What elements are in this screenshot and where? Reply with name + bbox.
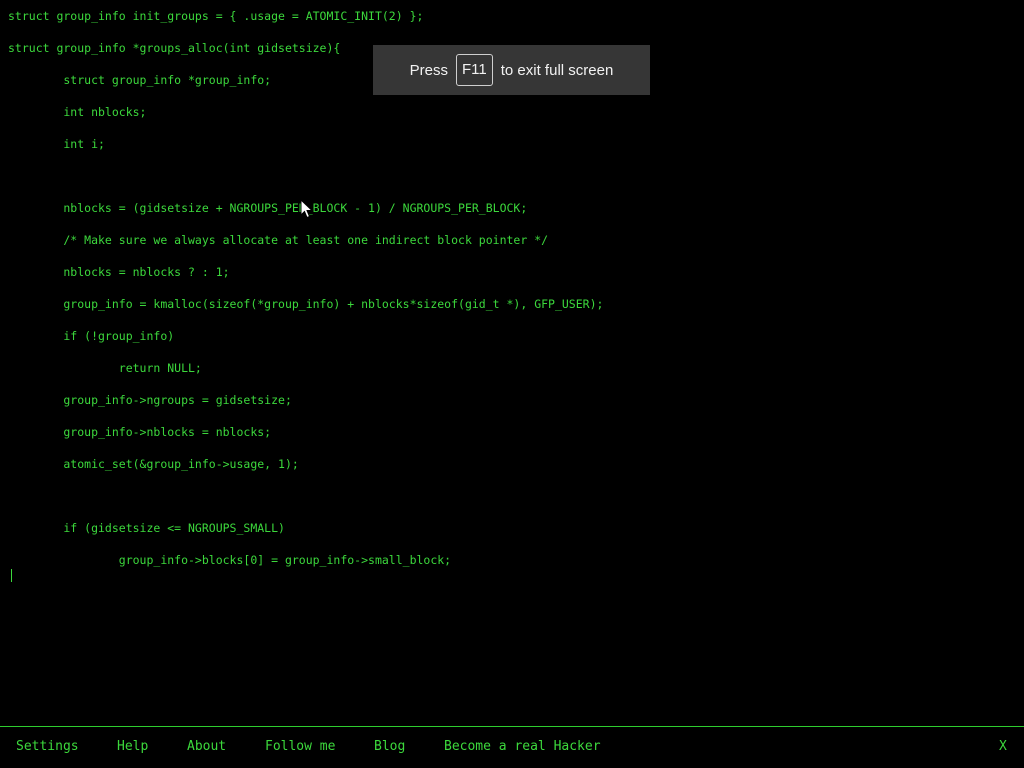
code-line: atomic_set(&group_info->usage, 1); [8,457,299,471]
code-line: return NULL; [8,361,202,375]
fullscreen-notice: Press F11 to exit full screen [373,45,650,95]
code-line: group_info->blocks[0] = group_info->smal… [8,553,452,567]
code-line: if (!group_info) [8,329,175,343]
fullscreen-notice-prefix: Press [409,61,449,79]
fullscreen-notice-suffix: to exit full screen [500,61,614,79]
footer-link-blog[interactable]: Blog [374,739,405,754]
code-line: /* Make sure we always allocate at least… [8,233,549,247]
code-line: struct group_info init_groups = { .usage… [8,9,424,23]
code-line: nblocks = nblocks ? : 1; [8,265,230,279]
f11-key-badge: F11 [456,54,493,86]
code-line: group_info->ngroups = gidsetsize; [8,393,292,407]
code-line: struct group_info *groups_alloc(int gids… [8,41,341,55]
code-line: nblocks = (gidsetsize + NGROUPS_PER_BLOC… [8,201,528,215]
footer-link-help[interactable]: Help [117,739,148,754]
close-button[interactable]: X [999,739,1007,754]
code-line: int nblocks; [8,105,147,119]
text-caret [11,569,12,582]
code-line: if (gidsetsize <= NGROUPS_SMALL) [8,521,285,535]
footer-bar: Settings Help About Follow me Blog Becom… [0,726,1024,768]
footer-link-settings[interactable]: Settings [16,739,79,754]
footer-link-about[interactable]: About [187,739,226,754]
code-line: struct group_info *group_info; [8,73,272,87]
code-line: int i; [8,137,105,151]
footer-link-follow-me[interactable]: Follow me [265,739,335,754]
code-area[interactable]: struct group_info init_groups = { .usage… [0,0,1024,726]
mouse-pointer-icon [300,199,314,219]
code-line: group_info->nblocks = nblocks; [8,425,272,439]
code-line: group_info = kmalloc(sizeof(*group_info)… [8,297,604,311]
footer-link-become-hacker[interactable]: Become a real Hacker [444,739,601,754]
